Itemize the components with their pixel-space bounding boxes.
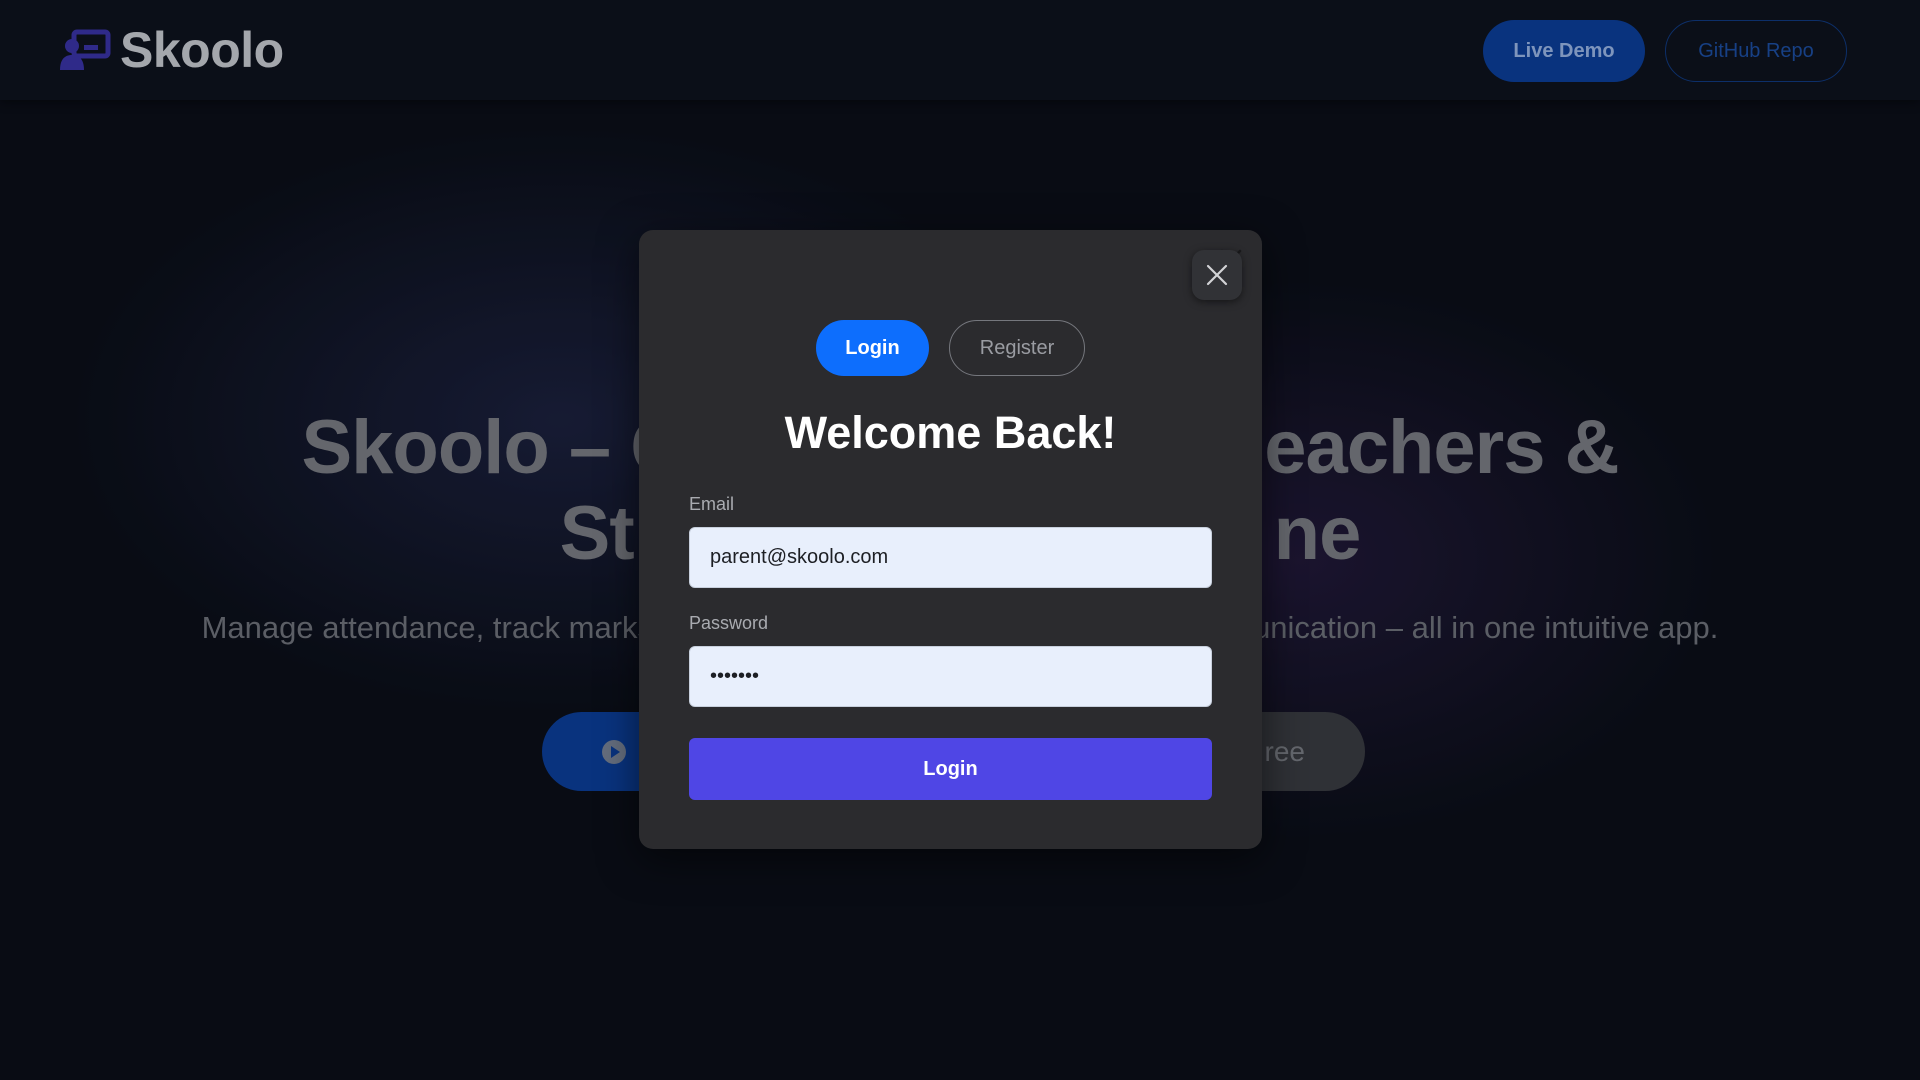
close-modal-button[interactable]: [1192, 250, 1242, 300]
tab-login[interactable]: Login: [816, 320, 929, 376]
email-field[interactable]: [689, 527, 1212, 588]
password-field[interactable]: [689, 646, 1212, 707]
email-label: Email: [689, 494, 735, 514]
auth-tabs: Login Register: [639, 320, 1262, 376]
landing-page: Skoolo Live Demo GitHub Repo Skoolo – Ce…: [0, 0, 1920, 1080]
login-modal: Login Register Welcome Back! Email Passw…: [639, 230, 1262, 849]
login-submit-button[interactable]: Login: [689, 738, 1212, 800]
tab-register[interactable]: Register: [949, 320, 1085, 376]
password-label: Password: [689, 613, 769, 633]
modal-title: Welcome Back!: [784, 407, 1117, 458]
close-icon: [1206, 264, 1228, 286]
